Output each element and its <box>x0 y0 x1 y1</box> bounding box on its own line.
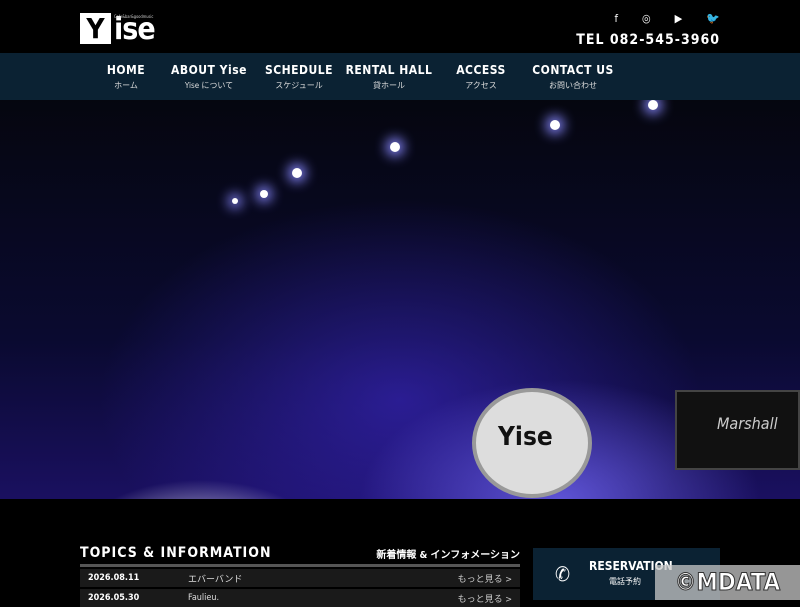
phone-icon: ✆ <box>555 562 571 586</box>
topics-header: TOPICS & INFORMATION 新着情報 & インフォメーション <box>80 545 520 567</box>
instagram-icon[interactable]: ◎ <box>642 12 651 25</box>
amplifier: Marshall <box>675 390 800 470</box>
logo[interactable]: Y ise Cafe&bar&goodmusic <box>80 12 156 47</box>
twitter-icon[interactable]: 🐦 <box>706 12 720 25</box>
watermark: ©MDATA <box>655 565 800 600</box>
topic-title: エバーバンド <box>188 574 243 585</box>
nav-label: HOME <box>106 63 146 77</box>
nav-rental-hall[interactable]: RENTAL HALL 貸ホール <box>344 53 434 100</box>
nav-label: CONTACT US <box>532 63 614 77</box>
more-link[interactable]: もっと見る > <box>458 592 512 605</box>
stage-light <box>648 100 658 110</box>
nav-sublabel: お問い合わせ <box>549 81 597 90</box>
stage-light <box>292 168 302 178</box>
nav-contact[interactable]: CONTACT US お問い合わせ <box>528 53 618 100</box>
main-nav: HOME ホーム ABOUT Yise Yise について SCHEDULE スケジュ… <box>0 53 800 100</box>
more-link[interactable]: もっと見る > <box>458 572 512 585</box>
drum-logo: Yise <box>498 422 553 452</box>
phone-number[interactable]: TEL 082-545-3960 <box>576 32 720 48</box>
facebook-icon[interactable]: f <box>615 12 618 25</box>
nav-sublabel: ホーム <box>114 81 138 90</box>
topic-date: 2026.08.11 <box>88 573 140 583</box>
nav-label: RENTAL HALL <box>345 63 433 77</box>
topic-row[interactable]: 2026.08.11 エバーバンド もっと見る > <box>80 569 520 587</box>
reservation-sublabel: 電話予約 <box>609 577 641 586</box>
hero-stage-image: Yise Marshall <box>0 100 800 499</box>
nav-access[interactable]: ACCESS アクセス <box>434 53 528 100</box>
stage-light <box>260 190 268 198</box>
nav-home[interactable]: HOME ホーム <box>80 53 172 100</box>
topic-date: 2026.05.30 <box>88 593 140 603</box>
nav-sublabel: 貸ホール <box>373 81 405 90</box>
topics-section: TOPICS & INFORMATION 新着情報 & インフォメーション 20… <box>80 545 520 607</box>
stage-light <box>390 142 400 152</box>
stage-light <box>232 198 238 204</box>
logo-text: ise <box>114 12 156 47</box>
bass-drum: Yise <box>472 388 592 498</box>
topic-row[interactable]: 2026.05.30 Faulieu. もっと見る > <box>80 589 520 607</box>
nav-sublabel: スケジュール <box>275 81 323 90</box>
nav-label: ACCESS <box>456 63 506 77</box>
site-header: Y ise Cafe&bar&goodmusic f ◎ ▶ 🐦 TEL 082… <box>0 0 800 53</box>
nav-label: SCHEDULE <box>264 63 334 77</box>
topic-title: Faulieu. <box>188 593 220 603</box>
topics-subtitle: 新着情報 & インフォメーション <box>376 550 520 561</box>
nav-sublabel: アクセス <box>465 81 497 90</box>
youtube-icon[interactable]: ▶ <box>675 12 683 25</box>
nav-schedule[interactable]: SCHEDULE スケジュール <box>254 53 344 100</box>
nav-about[interactable]: ABOUT Yise Yise について <box>164 53 254 100</box>
stage-light <box>550 120 560 130</box>
logo-mark: Y <box>80 13 111 44</box>
logo-tagline: Cafe&bar&goodmusic <box>114 14 154 19</box>
nav-label: ABOUT Yise <box>171 63 247 77</box>
topics-title: TOPICS & INFORMATION <box>80 545 272 561</box>
nav-sublabel: Yise について <box>184 81 234 90</box>
social-links: f ◎ ▶ 🐦 <box>615 12 720 25</box>
